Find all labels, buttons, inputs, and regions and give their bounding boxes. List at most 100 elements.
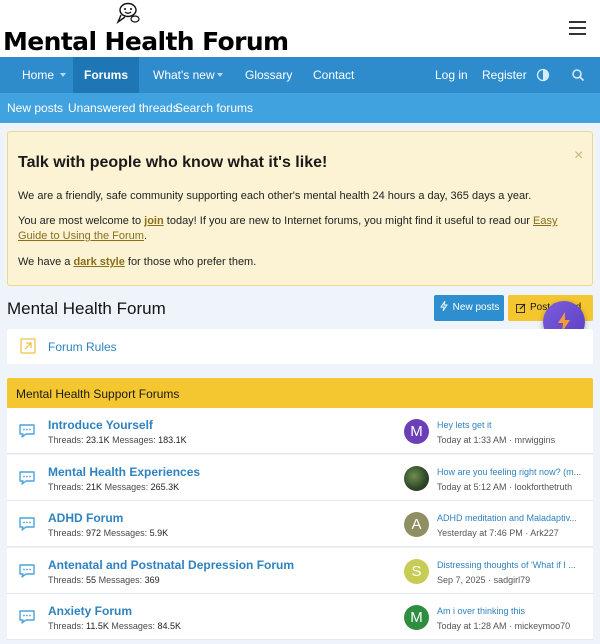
last-post-username[interactable]: Ark227 <box>530 528 559 538</box>
notice-line-1: We are a friendly, safe community suppor… <box>18 189 584 204</box>
forum-stats: Threads: 21K Messages: 265.3K <box>48 482 179 492</box>
forum-title-link[interactable]: Anxiety Forum <box>48 604 132 618</box>
messages-count: 84.5K <box>157 621 181 631</box>
whats-new-dropdown-icon[interactable] <box>217 73 223 77</box>
last-post-title-link[interactable]: Distressing thoughts of 'What if I ... <box>437 560 587 570</box>
last-post-meta: Today at 1:28 AM · mickeymoo70 <box>437 621 570 631</box>
nav-forums[interactable]: Forums <box>73 57 139 93</box>
last-post-meta: Today at 5:12 AM · lookforthetruth <box>437 482 572 492</box>
threads-count: 11.5K <box>86 621 109 631</box>
join-link[interactable]: join <box>144 215 164 227</box>
site-header: Mental Health Forum <box>0 0 600 57</box>
category-header[interactable]: Mental Health Support Forums <box>7 378 593 408</box>
messages-label: Messages: <box>103 528 148 538</box>
notice-text: You are most welcome to <box>18 215 145 227</box>
forum-row: ADHD Forum Threads: 972 Messages: 5.9K A… <box>7 501 593 547</box>
forum-stats: Threads: 11.5K Messages: 84.5K <box>48 621 181 631</box>
notice-line-3: We have a dark style for those who prefe… <box>18 255 584 270</box>
last-post-title-link[interactable]: Hey lets get it <box>437 420 587 430</box>
chat-bubbles-icon <box>116 2 140 24</box>
avatar[interactable]: S <box>404 559 429 584</box>
last-post-time: Yesterday at 7:46 PM <box>437 528 523 538</box>
nav-register[interactable]: Register <box>482 57 527 93</box>
last-post-username[interactable]: sadgirl79 <box>494 575 531 585</box>
messages-count: 183.1K <box>158 435 187 445</box>
forum-row: Mental Health Experiences Threads: 21K M… <box>7 455 593 501</box>
avatar[interactable]: M <box>404 419 429 444</box>
meta-separator: · <box>488 575 492 585</box>
last-post-meta: Today at 1:33 AM · mrwiggins <box>437 435 555 445</box>
last-post-username[interactable]: lookforthetruth <box>515 482 573 492</box>
notice-text: today! If you are new to Internet forums… <box>163 215 534 227</box>
forum-title-link[interactable]: Introduce Yourself <box>48 418 153 432</box>
edit-icon <box>516 303 526 313</box>
nav-home[interactable]: Home <box>22 57 54 93</box>
forum-title-link[interactable]: Mental Health Experiences <box>48 465 200 479</box>
external-link-icon <box>20 338 36 354</box>
meta-separator: · <box>509 482 513 492</box>
threads-label: Threads: <box>48 575 84 585</box>
new-posts-button[interactable]: New posts <box>434 295 504 321</box>
forum-rules-link[interactable]: Forum Rules <box>7 329 593 364</box>
forum-rules-label: Forum Rules <box>48 340 117 354</box>
avatar[interactable]: A <box>404 512 429 537</box>
subnav-new-posts[interactable]: New posts <box>7 93 63 123</box>
last-post-username[interactable]: mickeymoo70 <box>515 621 571 631</box>
hamburger-menu-icon[interactable] <box>569 21 586 35</box>
lightning-icon <box>439 301 448 311</box>
notice-title: Talk with people who know what it's like… <box>18 154 328 171</box>
forum-row: Introduce Yourself Threads: 23.1K Messag… <box>7 408 593 454</box>
nav-login[interactable]: Log in <box>435 57 468 93</box>
speech-bubble-icon <box>19 471 35 485</box>
subnav-search-forums[interactable]: Search forums <box>175 93 253 123</box>
nav-whats-new[interactable]: What's new <box>153 57 215 93</box>
forum-stats: Threads: 23.1K Messages: 183.1K <box>48 435 187 445</box>
site-logo-title[interactable]: Mental Health Forum <box>3 28 289 56</box>
threads-label: Threads: <box>48 435 84 445</box>
last-post-time: Today at 1:28 AM <box>437 621 507 631</box>
category-title: Mental Health Support Forums <box>16 387 180 401</box>
speech-bubble-icon <box>19 610 35 624</box>
messages-label: Messages: <box>112 435 156 445</box>
nav-glossary[interactable]: Glossary <box>245 57 292 93</box>
welcome-notice: Talk with people who know what it's like… <box>7 131 593 286</box>
avatar[interactable] <box>404 466 429 491</box>
messages-label: Messages: <box>111 621 155 631</box>
threads-label: Threads: <box>48 528 84 538</box>
home-dropdown-icon[interactable] <box>60 73 66 77</box>
speech-bubble-icon <box>19 564 35 578</box>
last-post-title-link[interactable]: ADHD meditation and Maladaptiv... <box>437 513 587 523</box>
forum-stats: Threads: 972 Messages: 5.9K <box>48 528 168 538</box>
nav-contact[interactable]: Contact <box>313 57 354 93</box>
last-post-title-link[interactable]: How are you feeling right now? (m... <box>437 467 587 477</box>
meta-separator: · <box>509 621 513 631</box>
messages-count: 369 <box>144 575 160 585</box>
last-post-meta: Yesterday at 7:46 PM · Ark227 <box>437 528 559 538</box>
threads-count: 972 <box>86 528 102 538</box>
avatar[interactable]: M <box>404 605 429 630</box>
messages-count: 265.3K <box>150 482 180 492</box>
last-post-title-link[interactable]: Am i over thinking this <box>437 606 587 616</box>
messages-count: 5.9K <box>149 528 169 538</box>
forum-title-link[interactable]: ADHD Forum <box>48 511 123 525</box>
notice-line-2: You are most welcome to join today! If y… <box>18 214 584 244</box>
new-posts-label: New posts <box>452 302 500 313</box>
subnav-unanswered-threads[interactable]: Unanswered threads <box>68 93 179 123</box>
messages-label: Messages: <box>104 482 149 492</box>
meta-separator: · <box>509 435 513 445</box>
last-post-time: Today at 1:33 AM <box>437 435 507 445</box>
dark-style-link[interactable]: dark style <box>73 256 124 268</box>
notice-text: We have a <box>18 256 74 268</box>
threads-count: 23.1K <box>86 435 110 445</box>
main-nav: Home Forums What's new Glossary Contact … <box>0 57 600 93</box>
search-icon[interactable] <box>571 68 585 82</box>
last-post-username[interactable]: mrwiggins <box>515 435 556 445</box>
notice-text: for those who prefer them. <box>124 256 257 268</box>
forum-title-link[interactable]: Antenatal and Postnatal Depression Forum <box>48 558 294 572</box>
forum-stats: Threads: 55 Messages: 369 <box>48 575 160 585</box>
last-post-time: Today at 5:12 AM <box>437 482 507 492</box>
style-toggle-icon[interactable] <box>536 68 550 82</box>
forum-row: Anxiety Forum Threads: 11.5K Messages: 8… <box>7 594 593 640</box>
close-icon[interactable]: × <box>574 148 583 164</box>
notice-text: We are a friendly, safe community suppor… <box>18 190 532 202</box>
